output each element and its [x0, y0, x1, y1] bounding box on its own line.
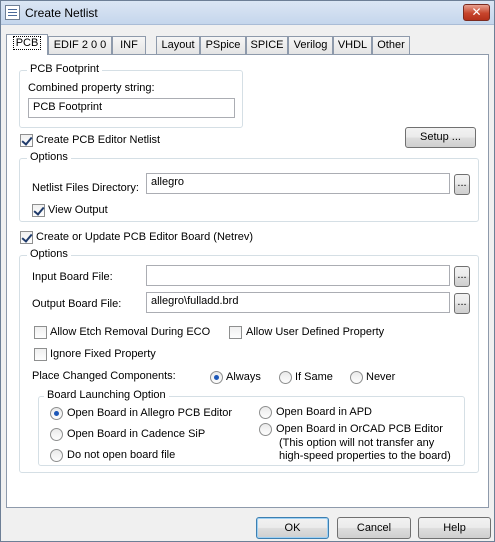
app-icon: [5, 5, 20, 20]
orcad-note-line-2: high-speed properties to the board): [279, 450, 451, 462]
allow-etch-checkbox[interactable]: [34, 326, 47, 339]
tab-edif[interactable]: EDIF 2 0 0: [48, 36, 112, 54]
open-sip-label: Open Board in Cadence SiP: [67, 428, 206, 440]
window-title: Create Netlist: [25, 6, 98, 20]
netlist-dir-input[interactable]: allegro: [146, 173, 450, 194]
tab-layout[interactable]: Layout: [156, 36, 200, 54]
update-board-checkbox[interactable]: [20, 231, 33, 244]
open-orcad-label: Open Board in OrCAD PCB Editor: [276, 423, 443, 435]
pcb-footprint-group-label: PCB Footprint: [27, 63, 103, 75]
launching-option-group: Board Launching Option Open Board in All…: [38, 389, 465, 466]
tab-spice[interactable]: SPICE: [246, 36, 288, 54]
tab-verilog[interactable]: Verilog: [288, 36, 333, 54]
view-output-label: View Output: [48, 204, 108, 216]
close-button[interactable]: ✕: [463, 4, 490, 21]
netlist-options-label: Options: [27, 151, 71, 163]
board-options-label: Options: [27, 248, 71, 260]
netlist-dir-browse-button[interactable]: ...: [454, 174, 470, 195]
ignore-fixed-label: Ignore Fixed Property: [50, 348, 156, 360]
place-if-same-radio[interactable]: [279, 371, 292, 384]
combined-property-input[interactable]: PCB Footprint: [28, 98, 235, 118]
tab-label: PCB: [12, 36, 42, 50]
input-board-browse-button[interactable]: ...: [454, 266, 470, 287]
open-orcad-radio[interactable]: [259, 423, 272, 436]
orcad-note-line-1: (This option will not transfer any: [279, 437, 435, 449]
launching-option-label: Board Launching Option: [44, 389, 169, 401]
pcb-tab-panel: PCB Footprint Combined property string: …: [6, 54, 489, 508]
ignore-fixed-checkbox[interactable]: [34, 348, 47, 361]
ok-button[interactable]: OK: [256, 517, 329, 539]
do-not-open-radio[interactable]: [50, 449, 63, 462]
tab-pcb[interactable]: PCB: [6, 34, 48, 55]
pcb-footprint-group: PCB Footprint Combined property string: …: [19, 63, 243, 128]
place-never-radio[interactable]: [350, 371, 363, 384]
board-options-group: Options Input Board File: ... Output Boa…: [19, 248, 479, 473]
close-icon: ✕: [471, 5, 482, 19]
tab-pspice[interactable]: PSpice: [200, 36, 246, 54]
place-always-radio[interactable]: [210, 371, 223, 384]
place-never-label: Never: [366, 371, 396, 383]
update-board-label: Create or Update PCB Editor Board (Netre…: [36, 231, 254, 243]
place-changed-label: Place Changed Components:: [32, 370, 176, 382]
input-board-input[interactable]: [146, 265, 450, 286]
place-if-same-label: If Same: [295, 371, 333, 383]
open-allegro-radio[interactable]: [50, 407, 63, 420]
output-board-browse-button[interactable]: ...: [454, 293, 470, 314]
combined-property-label: Combined property string:: [28, 82, 155, 94]
help-button[interactable]: Help: [418, 517, 491, 539]
open-apd-radio[interactable]: [259, 406, 272, 419]
allow-user-property-checkbox[interactable]: [229, 326, 242, 339]
open-allegro-label: Open Board in Allegro PCB Editor: [67, 407, 233, 419]
title-bar: Create Netlist ✕: [1, 1, 494, 25]
view-output-checkbox[interactable]: [32, 204, 45, 217]
place-always-label: Always: [226, 371, 261, 383]
do-not-open-label: Do not open board file: [67, 449, 176, 461]
tab-vhdl[interactable]: VHDL: [333, 36, 372, 54]
open-sip-radio[interactable]: [50, 428, 63, 441]
allow-user-property-label: Allow User Defined Property: [246, 326, 385, 338]
input-board-label: Input Board File:: [32, 271, 113, 283]
allow-etch-label: Allow Etch Removal During ECO: [50, 326, 211, 338]
create-netlist-label: Create PCB Editor Netlist: [36, 134, 161, 146]
create-netlist-checkbox[interactable]: [20, 134, 33, 147]
output-board-label: Output Board File:: [32, 298, 122, 310]
tab-other[interactable]: Other: [372, 36, 410, 54]
cancel-button[interactable]: Cancel: [337, 517, 411, 539]
setup-button[interactable]: Setup ...: [405, 127, 476, 148]
netlist-options-group: Options Netlist Files Directory: allegro…: [19, 151, 479, 222]
tab-inf[interactable]: INF: [112, 36, 146, 54]
output-board-input[interactable]: allegro\fulladd.brd: [146, 292, 450, 313]
create-netlist-dialog: Create Netlist ✕ PCB EDIF 2 0 0 INF Layo…: [0, 0, 495, 542]
open-apd-label: Open Board in APD: [276, 406, 373, 418]
netlist-dir-label: Netlist Files Directory:: [32, 182, 139, 194]
